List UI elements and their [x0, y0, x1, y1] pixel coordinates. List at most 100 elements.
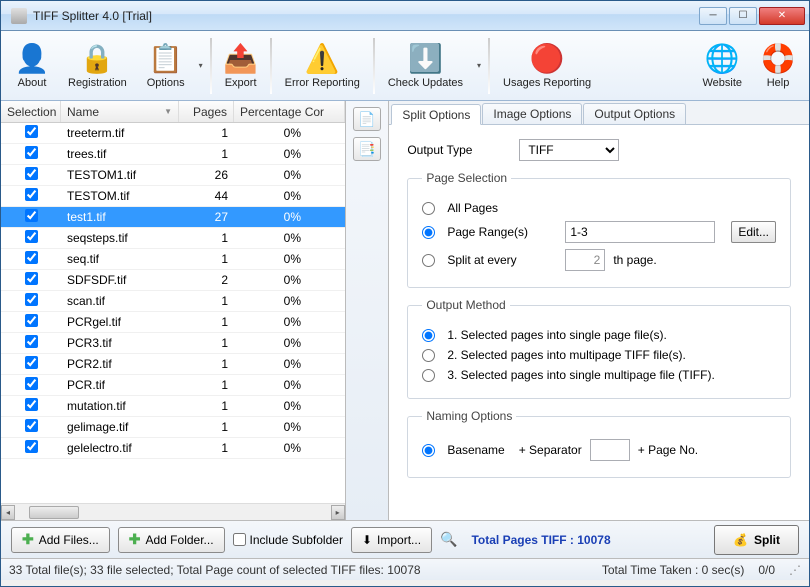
row-name: PCR.tif	[61, 378, 179, 392]
row-checkbox[interactable]	[25, 440, 38, 453]
basename-radio[interactable]	[422, 444, 435, 457]
om2-radio[interactable]	[422, 349, 435, 362]
row-checkbox[interactable]	[25, 167, 38, 180]
include-subfolder-checkbox[interactable]	[233, 533, 246, 546]
col-selection[interactable]: Selection	[1, 101, 61, 122]
col-pages[interactable]: Pages	[179, 101, 234, 122]
row-name: gelimage.tif	[61, 420, 179, 434]
output-type-select[interactable]: TIFF	[519, 139, 619, 161]
page-ranges-radio[interactable]	[422, 226, 435, 239]
output-type-label: Output Type	[407, 143, 507, 157]
table-row[interactable]: mutation.tif10%	[1, 396, 345, 417]
error-reporting-button[interactable]: ⚠️Error Reporting	[276, 34, 369, 98]
split-every-spinner[interactable]	[565, 249, 605, 271]
website-button[interactable]: 🌐Website	[693, 34, 751, 98]
row-checkbox[interactable]	[25, 398, 38, 411]
page-range-input[interactable]	[565, 221, 715, 243]
output-method-legend: Output Method	[422, 298, 509, 312]
row-checkbox[interactable]	[25, 356, 38, 369]
row-pages: 1	[179, 126, 234, 140]
scroll-left-arrow[interactable]: ◂	[1, 505, 15, 520]
row-checkbox[interactable]	[25, 146, 38, 159]
import-button[interactable]: ⬇Import...	[351, 527, 432, 553]
scroll-right-arrow[interactable]: ▸	[331, 505, 345, 520]
row-checkbox[interactable]	[25, 209, 38, 222]
tab-image-options[interactable]: Image Options	[482, 103, 582, 124]
magnifier-icon[interactable]: 🔍	[440, 531, 457, 548]
close-button[interactable]: ✕	[759, 7, 805, 25]
options-dropdown[interactable]: ▾	[196, 34, 206, 98]
col-percentage[interactable]: Percentage Cor	[234, 101, 345, 122]
about-button[interactable]: 👤About	[7, 34, 57, 98]
naming-options-group: Naming Options Basename + Separator + Pa…	[407, 409, 791, 478]
table-row[interactable]: TESTOM1.tif260%	[1, 165, 345, 186]
row-checkbox[interactable]	[25, 314, 38, 327]
status-progress: 0/0	[758, 563, 775, 577]
options-button[interactable]: 📋Options	[138, 34, 194, 98]
row-checkbox[interactable]	[25, 335, 38, 348]
remove-all-button[interactable]: 📑	[353, 137, 381, 161]
table-row[interactable]: test1.tif270%	[1, 207, 345, 228]
table-row[interactable]: PCR2.tif10%	[1, 354, 345, 375]
row-percentage: 0%	[234, 315, 319, 329]
include-subfolder-label[interactable]: Include Subfolder	[233, 533, 343, 547]
table-row[interactable]: TESTOM.tif440%	[1, 186, 345, 207]
row-checkbox[interactable]	[25, 251, 38, 264]
window-title: TIFF Splitter 4.0 [Trial]	[33, 9, 699, 23]
row-percentage: 0%	[234, 126, 319, 140]
table-row[interactable]: PCR3.tif10%	[1, 333, 345, 354]
resize-grip-icon[interactable]: ⋰	[789, 563, 801, 577]
maximize-button[interactable]: ☐	[729, 7, 757, 25]
table-row[interactable]: trees.tif10%	[1, 144, 345, 165]
all-pages-radio[interactable]	[422, 202, 435, 215]
add-folder-button[interactable]: ✚Add Folder...	[118, 527, 225, 553]
table-row[interactable]: scan.tif10%	[1, 291, 345, 312]
row-checkbox-cell	[1, 251, 61, 267]
horizontal-scrollbar[interactable]: ◂ ▸	[1, 503, 345, 520]
row-pages: 1	[179, 357, 234, 371]
row-name: treeterm.tif	[61, 126, 179, 140]
table-row[interactable]: PCR.tif10%	[1, 375, 345, 396]
tab-output-options[interactable]: Output Options	[583, 103, 686, 124]
table-row[interactable]: treeterm.tif10%	[1, 123, 345, 144]
row-checkbox[interactable]	[25, 272, 38, 285]
table-row[interactable]: PCRgel.tif10%	[1, 312, 345, 333]
table-row[interactable]: SDFSDF.tif20%	[1, 270, 345, 291]
edit-button[interactable]: Edit...	[731, 221, 776, 243]
remove-selected-button[interactable]: 📄	[353, 107, 381, 131]
minimize-button[interactable]: ─	[699, 7, 727, 25]
row-checkbox[interactable]	[25, 188, 38, 201]
row-checkbox[interactable]	[25, 293, 38, 306]
row-name: scan.tif	[61, 294, 179, 308]
om1-radio[interactable]	[422, 329, 435, 342]
split-every-radio[interactable]	[422, 254, 435, 267]
split-button[interactable]: 💰Split	[714, 525, 799, 555]
naming-legend: Naming Options	[422, 409, 516, 423]
check-updates-button[interactable]: ⬇️Check Updates	[379, 34, 472, 98]
row-checkbox[interactable]	[25, 419, 38, 432]
table-row[interactable]: seq.tif10%	[1, 249, 345, 270]
col-name[interactable]: Name▼	[61, 101, 179, 122]
add-files-button[interactable]: ✚Add Files...	[11, 527, 110, 553]
help-button[interactable]: 🛟Help	[753, 34, 803, 98]
table-row[interactable]: seqsteps.tif10%	[1, 228, 345, 249]
row-checkbox[interactable]	[25, 230, 38, 243]
updates-dropdown[interactable]: ▾	[474, 34, 484, 98]
row-checkbox-cell	[1, 377, 61, 393]
row-pages: 2	[179, 273, 234, 287]
row-checkbox[interactable]	[25, 377, 38, 390]
grid-body[interactable]: treeterm.tif10%trees.tif10%TESTOM1.tif26…	[1, 123, 345, 503]
row-checkbox[interactable]	[25, 125, 38, 138]
tab-split-options[interactable]: Split Options	[391, 104, 481, 125]
registration-button[interactable]: 🔒Registration	[59, 34, 136, 98]
usages-reporting-button[interactable]: 🔴Usages Reporting	[494, 34, 600, 98]
sort-desc-icon: ▼	[164, 107, 172, 116]
export-button[interactable]: 📤Export	[216, 34, 266, 98]
separator-input[interactable]	[590, 439, 630, 461]
table-row[interactable]: gelimage.tif10%	[1, 417, 345, 438]
row-name: TESTOM.tif	[61, 189, 179, 203]
om3-radio[interactable]	[422, 369, 435, 382]
scroll-thumb[interactable]	[29, 506, 79, 519]
table-row[interactable]: gelelectro.tif10%	[1, 438, 345, 459]
row-percentage: 0%	[234, 441, 319, 455]
